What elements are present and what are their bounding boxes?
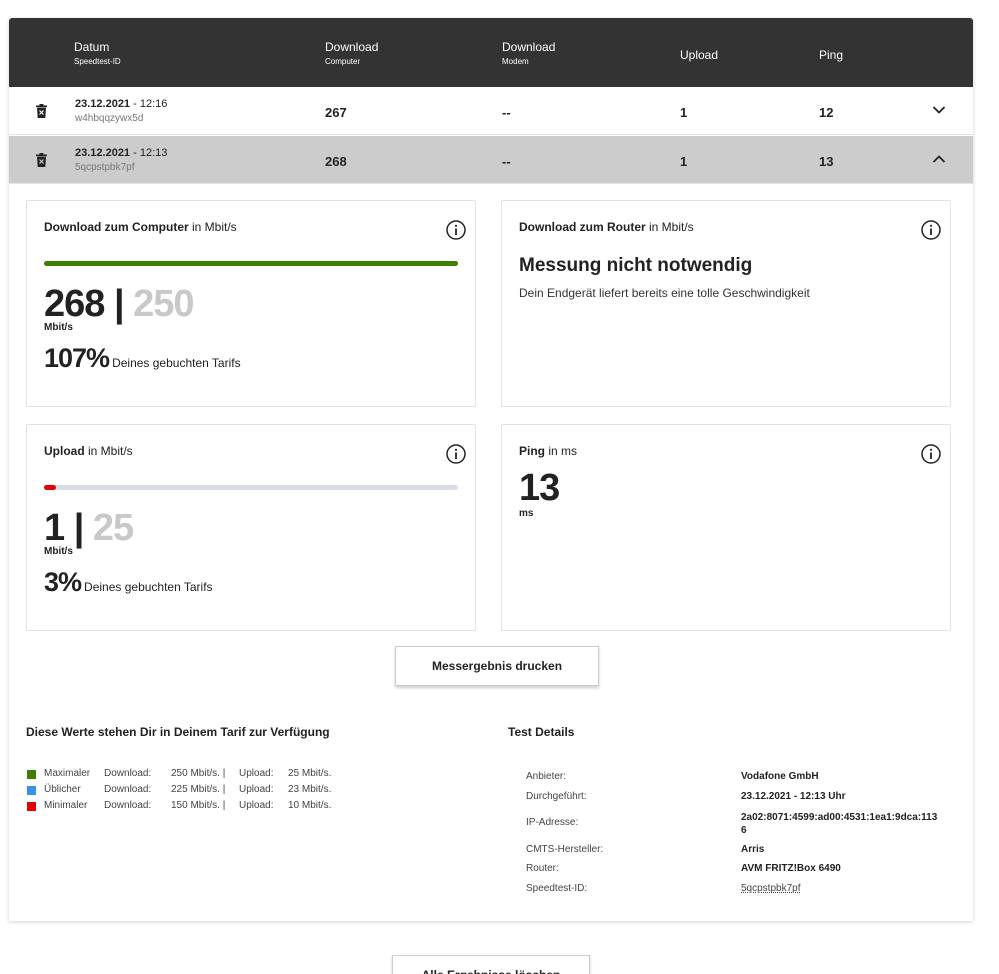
legend-swatch [27, 802, 36, 811]
header-download-modem: Download Modem [502, 40, 556, 66]
download-router-card: Download zum Router in Mbit/s Messung ni… [501, 200, 951, 407]
router-headline: Messung nicht notwendig [519, 255, 753, 276]
upload-card: Upload in Mbit/s 1 | 25 Mbit/s 3% Deines … [26, 424, 476, 631]
header-download-computer: Download Computer [325, 40, 379, 66]
legend-swatch [27, 770, 36, 779]
ping-unit: ms [519, 508, 534, 519]
row-download-computer: 268 [325, 154, 347, 169]
detail-label: Speedtest-ID: [526, 883, 588, 894]
row-download-modem: -- [502, 154, 511, 169]
upload-speed-unit: Mbit/s [44, 546, 73, 557]
detail-label: Anbieter: [526, 771, 567, 782]
detail-value-cmts: Arris [741, 844, 765, 855]
table-row[interactable]: 23.12.2021 - 12:16 w4hbqqzywx5d 267 -- 1… [9, 87, 973, 135]
card-title: Ping in ms [519, 444, 578, 458]
header-ping: Ping [819, 48, 844, 62]
row-speedtest-id: w4hbqqzywx5d [75, 113, 144, 124]
info-icon[interactable] [921, 220, 941, 240]
row-datetime: 23.12.2021 - 12:16 [75, 98, 168, 110]
print-result-button[interactable]: Messergebnis drucken [395, 646, 599, 686]
detail-label: Durchgeführt: [526, 791, 587, 802]
ping-value: 13 [519, 467, 560, 509]
download-percent: 107% Deines gebuchten Tarifs [44, 343, 241, 373]
detail-value-router: AVM FRITZ!Box 6490 [741, 863, 841, 874]
info-icon[interactable] [446, 444, 466, 464]
results-table-header: Datum Speedtest-ID Download Computer Dow… [9, 18, 973, 87]
row-ping: 13 [819, 154, 834, 169]
table-row[interactable]: 23.12.2021 - 12:13 5qcpstpbk7pf 268 -- 1… [9, 136, 973, 184]
router-text: Dein Endgerät liefert bereits eine tolle… [519, 286, 810, 300]
download-speed-unit: Mbit/s [44, 322, 73, 333]
speedtest-results-panel: Datum Speedtest-ID Download Computer Dow… [9, 18, 973, 921]
row-download-computer: 267 [325, 105, 347, 120]
ping-card: Ping in ms 13 ms [501, 424, 951, 631]
header-upload: Upload [680, 48, 719, 62]
chevron-up-icon[interactable] [932, 154, 946, 164]
info-icon[interactable] [446, 220, 466, 240]
detail-label: CMTS-Hersteller: [526, 844, 604, 855]
upload-speed-value: 1 | 25 [44, 507, 134, 549]
detail-label: Router: [526, 863, 559, 874]
test-details-title: Test Details [508, 725, 575, 739]
card-title: Download zum Router in Mbit/s [519, 220, 694, 234]
detail-value-ip: 2a02:8071:4599:ad00:4531:1ea1:9dca:1136 [741, 812, 938, 836]
detail-value-provider: Vodafone GmbH [741, 771, 819, 782]
row-upload: 1 [680, 154, 688, 169]
upload-progress-fill [44, 485, 57, 490]
info-icon[interactable] [921, 444, 941, 464]
upload-progress-bar [44, 485, 458, 490]
card-title: Download zum Computer in Mbit/s [44, 220, 237, 234]
delete-all-results-button[interactable]: Alle Ergebnisse löschen [392, 955, 590, 974]
download-progress-bar [44, 261, 458, 266]
row-speedtest-id: 5qcpstpbk7pf [75, 162, 135, 173]
upload-percent: 3% Deines gebuchten Tarifs [44, 567, 213, 597]
chevron-down-icon[interactable] [932, 105, 946, 115]
header-date: Datum Speedtest-ID [74, 40, 121, 66]
trash-icon[interactable] [36, 153, 47, 167]
download-progress-fill [44, 261, 458, 266]
row-download-modem: -- [502, 105, 511, 120]
card-title: Upload in Mbit/s [44, 444, 133, 458]
row-datetime: 23.12.2021 - 12:13 [75, 147, 168, 159]
trash-icon[interactable] [36, 104, 47, 118]
download-speed-value: 268 | 250 [44, 283, 195, 325]
detail-value-performed: 23.12.2021 - 12:13 Uhr [741, 791, 846, 802]
download-computer-card: Download zum Computer in Mbit/s 268 | 25… [26, 200, 476, 407]
row-upload: 1 [680, 105, 688, 120]
tariff-section-title: Diese Werte stehen Dir in Deinem Tarif z… [26, 725, 330, 739]
legend-swatch [27, 786, 36, 795]
detail-label: IP-Adresse: [526, 817, 579, 828]
detail-value-speedtest-id[interactable]: 5qcpstpbk7pf [741, 883, 801, 894]
row-ping: 12 [819, 105, 834, 120]
